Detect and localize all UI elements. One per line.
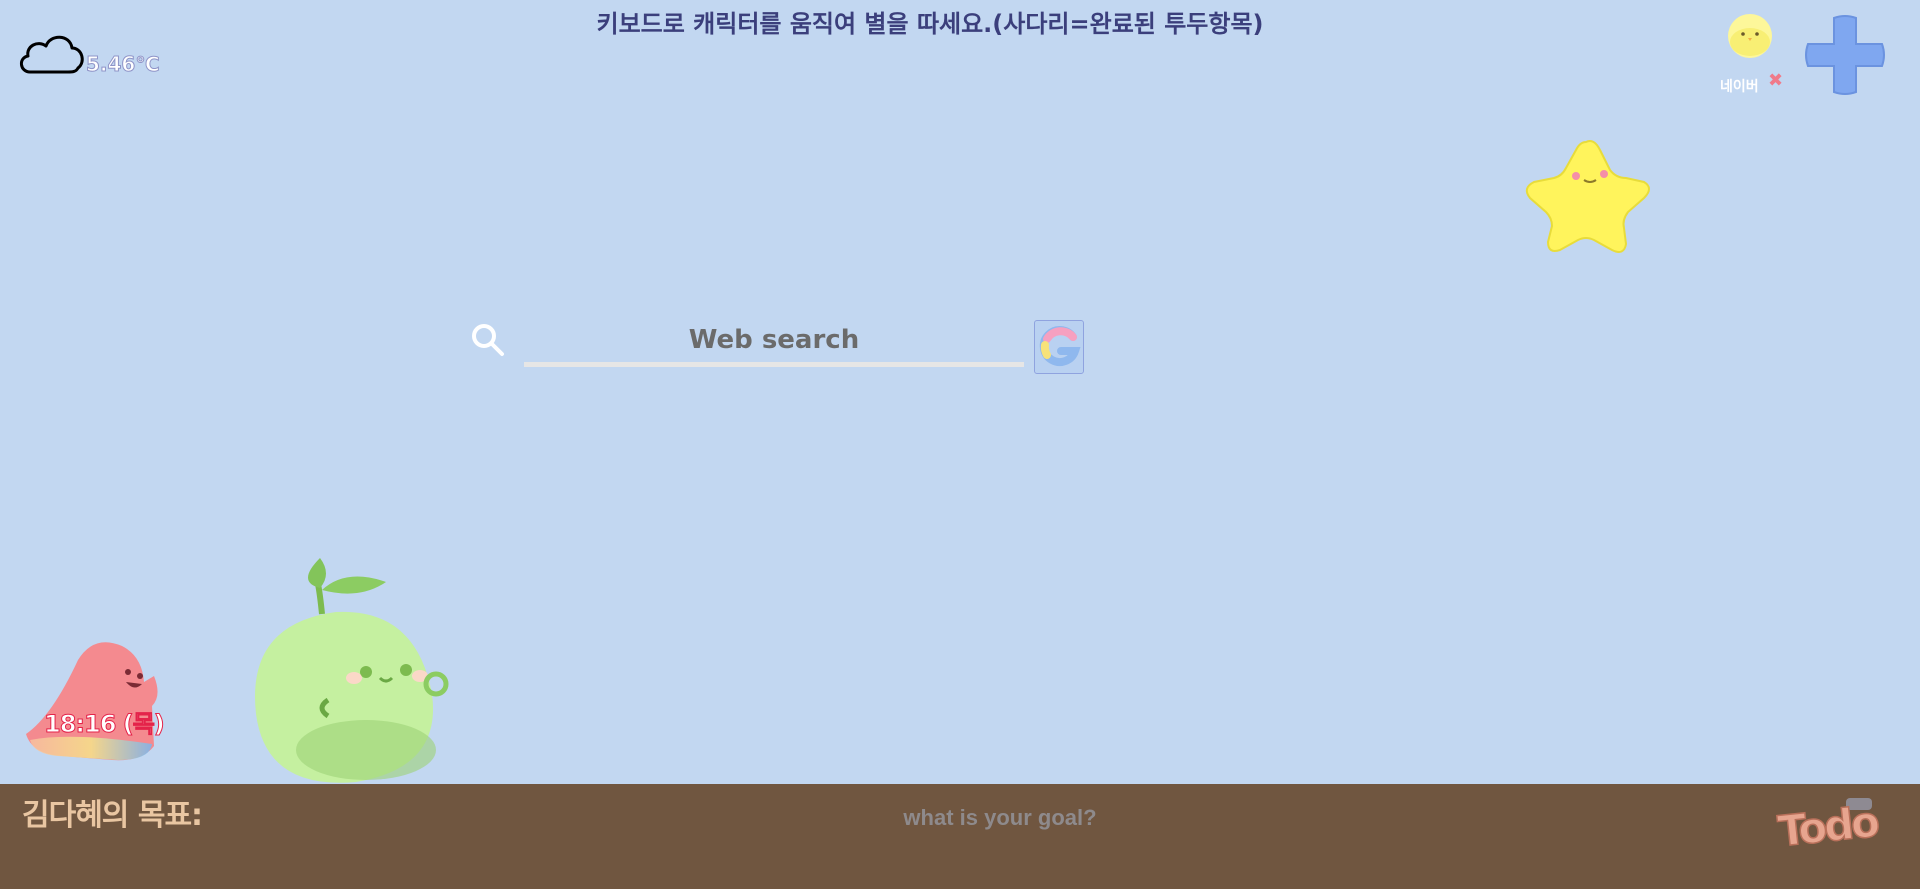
plus-icon bbox=[1805, 15, 1885, 95]
close-icon[interactable]: ✖ bbox=[1768, 70, 1783, 91]
search-input[interactable] bbox=[524, 318, 1024, 367]
goal-title: 김다혜의 목표: bbox=[22, 798, 203, 833]
ghost-icon bbox=[26, 642, 158, 761]
add-shortcut-button[interactable] bbox=[1802, 12, 1888, 98]
google-icon bbox=[1039, 326, 1081, 367]
todo-label: Todo bbox=[1775, 796, 1880, 857]
google-search-button[interactable] bbox=[1034, 320, 1084, 374]
sprout-icon bbox=[255, 558, 449, 783]
temperature-text: 5.46℃ bbox=[86, 52, 161, 77]
ghost-character bbox=[22, 636, 182, 768]
chick-icon bbox=[1728, 14, 1772, 58]
shortcut-label: 네이버 bbox=[1720, 79, 1759, 95]
shortcut-naver[interactable]: 네이버 ✖ bbox=[1712, 8, 1788, 100]
search-icon[interactable] bbox=[468, 320, 508, 364]
goal-input[interactable] bbox=[760, 800, 1240, 836]
todo-button[interactable]: Todo bbox=[1774, 796, 1898, 858]
clock-text: 18:16 (목) bbox=[44, 710, 166, 739]
star-collectible bbox=[1516, 130, 1656, 260]
star-icon bbox=[1525, 140, 1650, 253]
game-instruction: 키보드로 캐릭터를 움직여 별을 따세요.(사다리=완료된 투두항목) bbox=[596, 10, 1264, 38]
player-character[interactable] bbox=[236, 554, 456, 784]
